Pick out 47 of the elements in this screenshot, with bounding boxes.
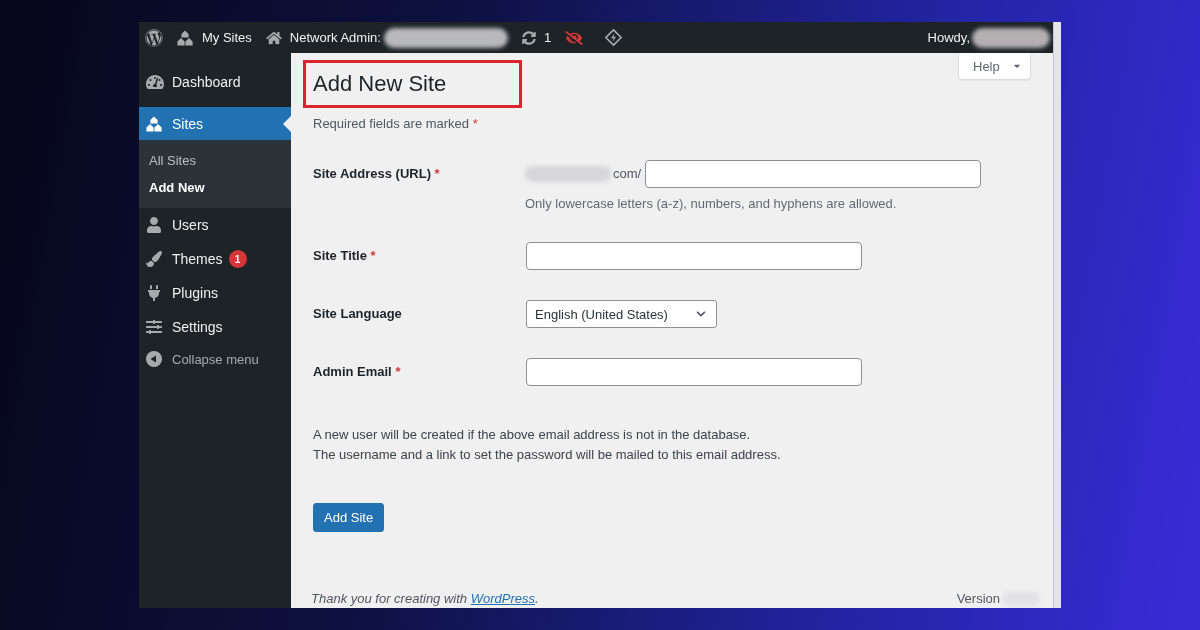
field-label: Site Title * — [313, 247, 377, 265]
text-input[interactable] — [526, 242, 862, 270]
plug-icon — [148, 285, 160, 301]
language-select[interactable]: English (United States) — [526, 300, 717, 328]
version-text: Version — [956, 591, 1000, 607]
home-icon — [265, 30, 282, 45]
submenu-item[interactable]: Add New — [139, 174, 291, 201]
collapse-menu-button[interactable]: Collapse menu — [139, 344, 291, 374]
submenu-item[interactable]: All Sites — [139, 147, 291, 174]
menu-item[interactable]: Settings — [139, 310, 291, 344]
eye-slash-icon[interactable] — [565, 30, 584, 45]
required-note: Required fields are marked * — [313, 116, 479, 132]
houses-icon — [177, 29, 193, 46]
my-sites-link[interactable]: My Sites — [177, 22, 252, 53]
count-badge: 1 — [228, 250, 247, 268]
note-text: A new user will be created if the above email address is not in the database. — [313, 426, 752, 444]
menu-item[interactable]: Themes 1 — [139, 242, 291, 276]
network-admin-link[interactable]: Network Admin: — [265, 22, 381, 53]
menu-item[interactable]: Dashboard — [139, 65, 291, 99]
page-title: Add New Site — [313, 70, 447, 98]
menu-item[interactable]: Plugins — [139, 276, 291, 310]
person-icon — [147, 217, 161, 233]
field-description: Only lowercase letters (a-z), numbers, and hyphens are allowed. — [525, 195, 897, 212]
account-link[interactable]: Howdy, — [927, 22, 970, 53]
sliders-icon — [146, 319, 162, 335]
url-input[interactable] — [645, 160, 982, 188]
help-button[interactable]: Help — [958, 53, 1031, 80]
collapse-icon — [146, 351, 162, 367]
field-label: Site Address (URL) * — [313, 165, 441, 183]
note-text: The username and a link to set the password will be mailed to this email address. — [313, 446, 782, 464]
field-label: Admin Email * — [313, 363, 402, 381]
updates-link[interactable]: 1 — [521, 22, 552, 53]
diamond-icon[interactable] — [605, 29, 623, 46]
field-label: Site Language — [313, 305, 403, 323]
footer-text: Thank you for creating with WordPress. — [311, 591, 539, 607]
domain-suffix: com/ — [613, 165, 642, 183]
text-input[interactable] — [526, 358, 862, 386]
refresh-icon — [521, 30, 536, 45]
menu-item[interactable]: Sites — [139, 107, 291, 140]
footer-link[interactable]: WordPress — [470, 591, 535, 606]
menu-item[interactable]: Users — [139, 208, 291, 242]
houses-icon — [146, 115, 162, 132]
chevron-icon — [696, 309, 706, 319]
add-site-button[interactable]: Add Site — [313, 503, 385, 532]
gauge-icon — [146, 74, 164, 90]
logo-icon[interactable] — [145, 28, 163, 47]
paintbrush-icon — [146, 251, 162, 267]
